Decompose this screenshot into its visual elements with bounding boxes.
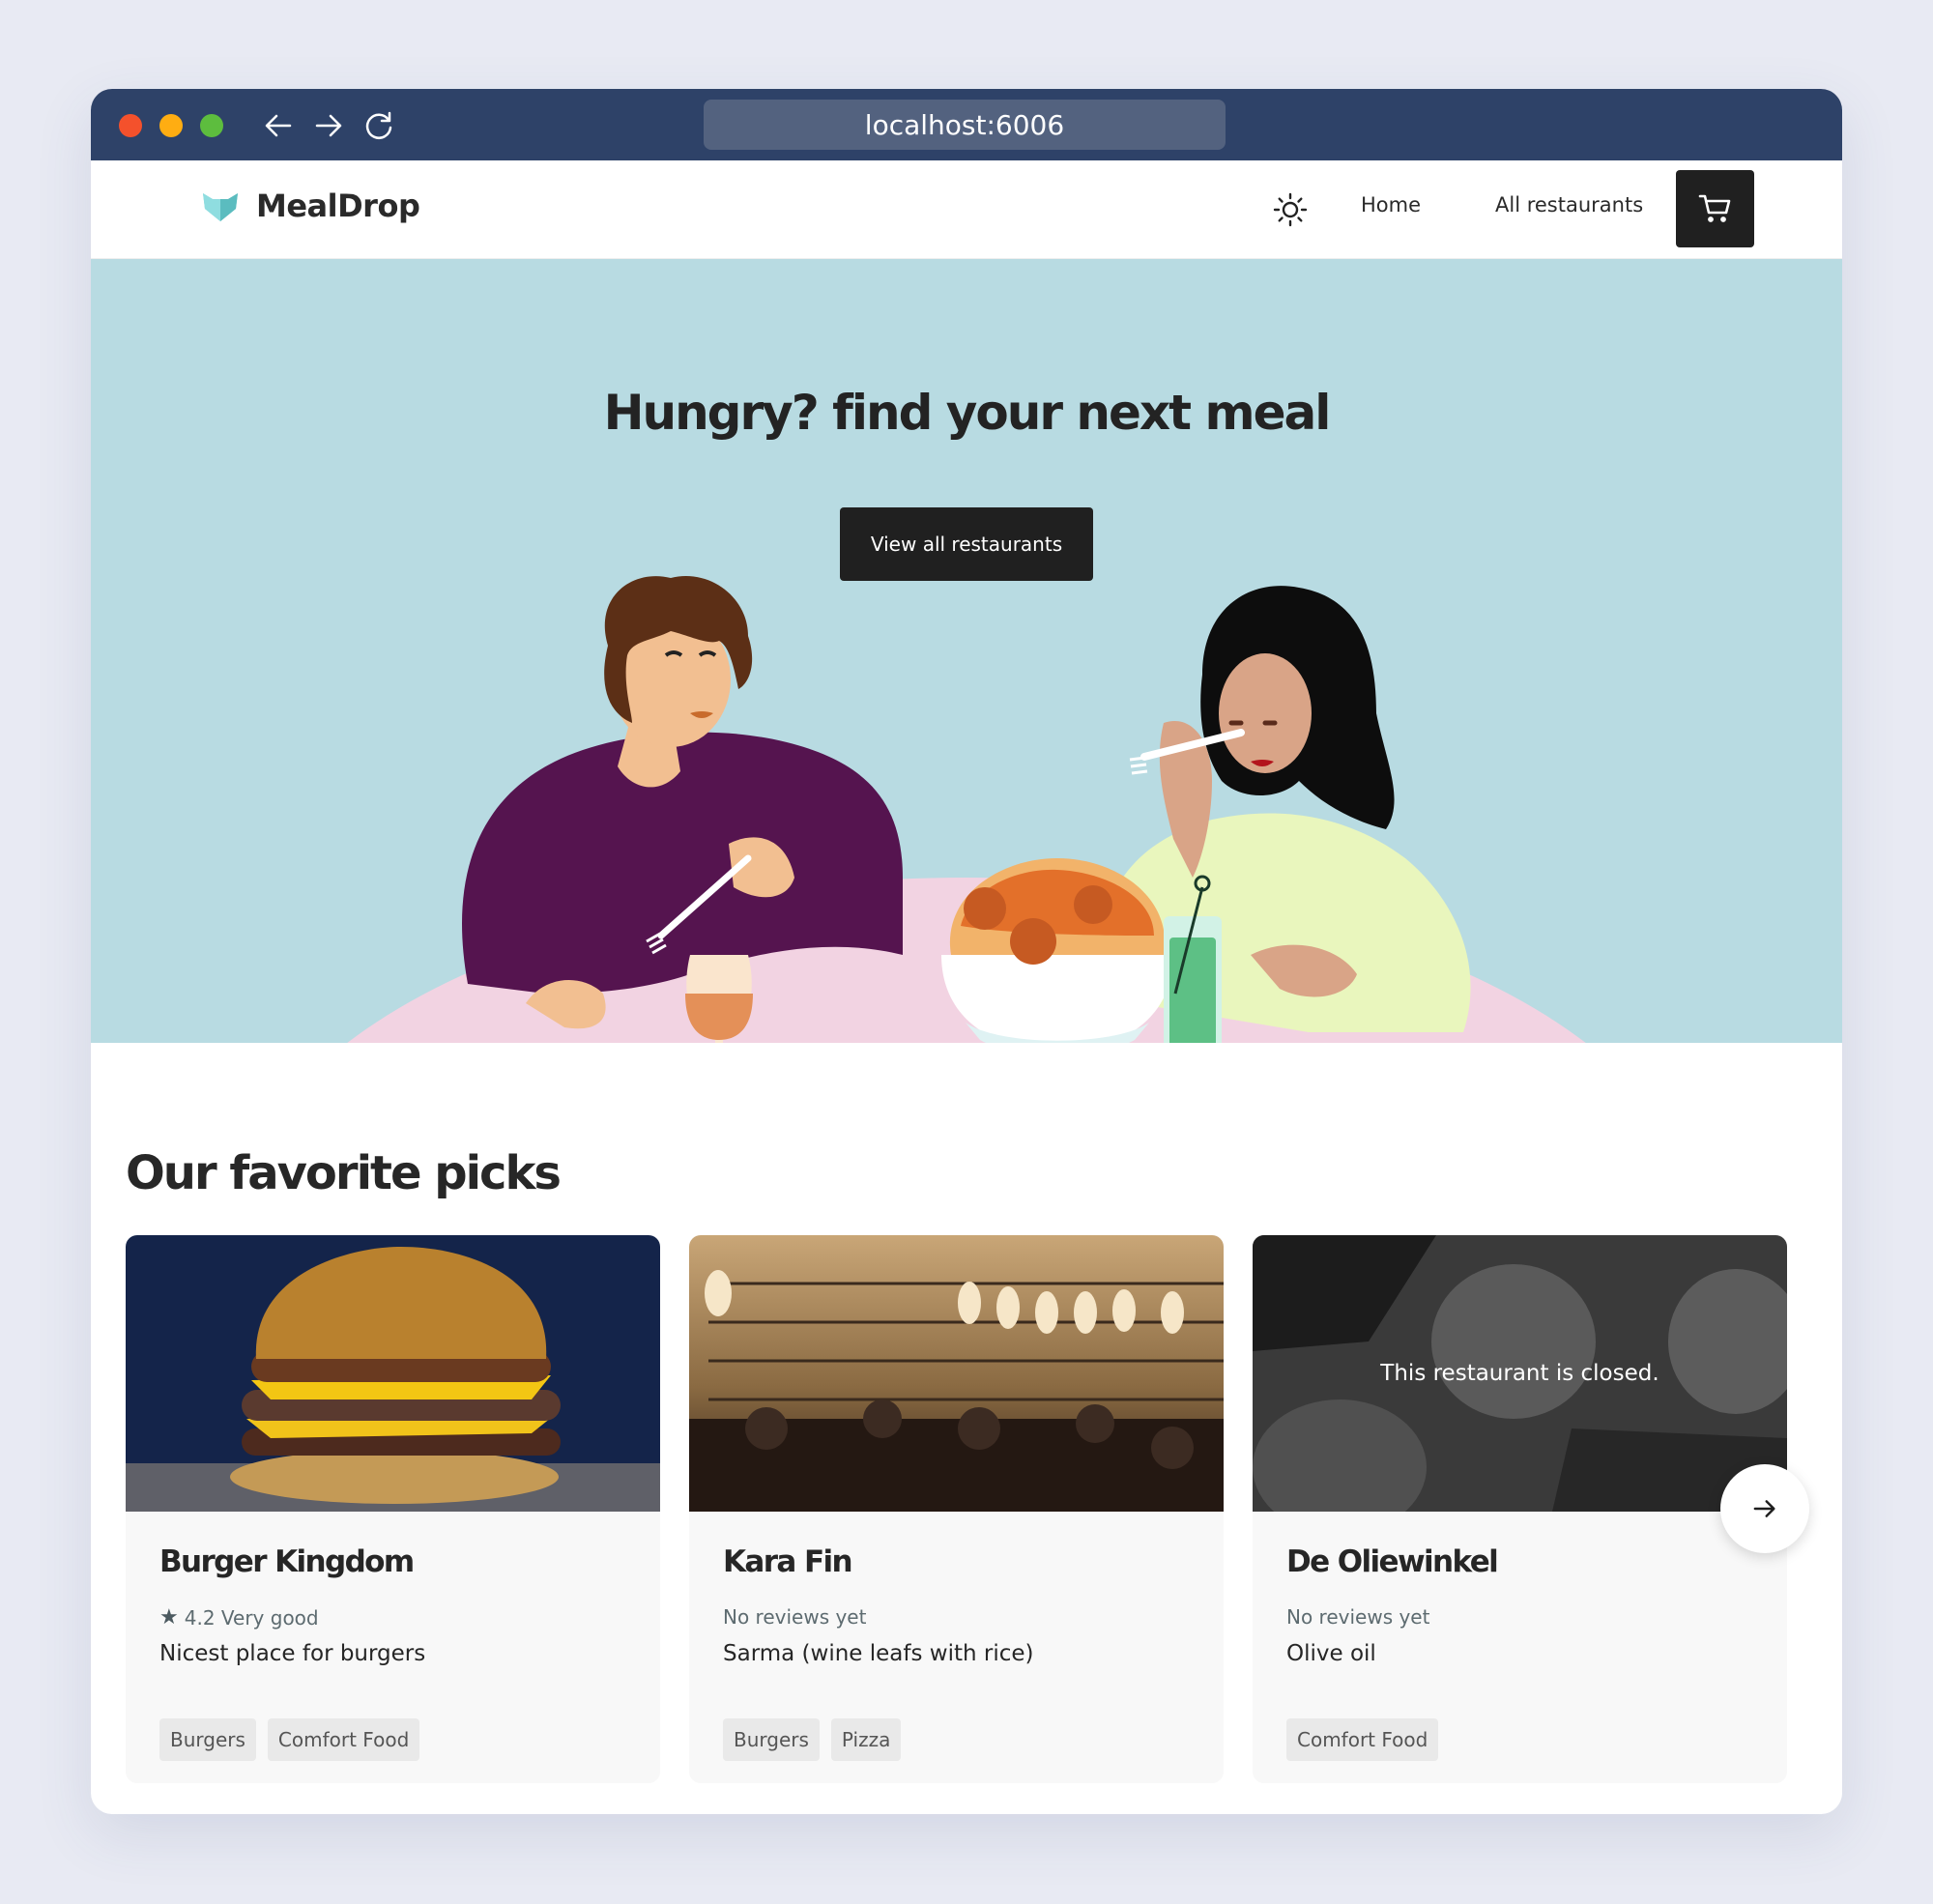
restaurant-tags: Burgers Pizza: [723, 1718, 902, 1761]
reload-icon: [365, 111, 392, 139]
address-bar[interactable]: localhost:6006: [704, 100, 1226, 150]
arrow-left-icon: [265, 114, 292, 137]
favorite-picks-title: Our favorite picks: [126, 1146, 562, 1200]
sun-icon: [1273, 192, 1308, 227]
browser-window: localhost:6006 MealDrop Home All restaur…: [91, 89, 1842, 1814]
restaurant-card[interactable]: Kara Fin No reviews yet Sarma (wine leaf…: [689, 1235, 1224, 1783]
brand-name[interactable]: MealDrop: [256, 188, 420, 224]
star-icon: ★: [159, 1605, 179, 1630]
carousel-next-button[interactable]: [1720, 1464, 1809, 1553]
restaurant-name: De Oliewinkel: [1286, 1544, 1499, 1579]
maximize-window-button[interactable]: [200, 114, 223, 137]
tag: Burgers: [159, 1718, 256, 1761]
restaurant-rating: ★ 4.2 Very good: [159, 1605, 319, 1630]
fox-logo-icon[interactable]: [201, 191, 240, 222]
restaurant-name: Kara Fin: [723, 1544, 853, 1579]
tag: Comfort Food: [267, 1718, 420, 1761]
shopping-cart-icon: [1698, 194, 1730, 222]
restaurant-tags: Comfort Food: [1286, 1718, 1439, 1761]
restaurant-bar-interior-photo: [689, 1235, 1224, 1512]
view-all-restaurants-button[interactable]: View all restaurants: [840, 507, 1093, 581]
tag: Pizza: [830, 1718, 902, 1761]
arrow-right-icon: [1753, 1500, 1775, 1517]
app-header: MealDrop Home All restaurants: [91, 160, 1842, 259]
closed-overlay: This restaurant is closed.: [1253, 1235, 1787, 1512]
arrow-right-icon: [315, 114, 342, 137]
nav-home-link[interactable]: Home: [1361, 193, 1421, 216]
cart-button[interactable]: [1676, 170, 1754, 247]
restaurant-tags: Burgers Comfort Food: [159, 1718, 420, 1761]
meatball: [1074, 885, 1112, 924]
restaurant-description: Olive oil: [1286, 1641, 1376, 1666]
restaurant-card[interactable]: This restaurant is closed. De Oliewinkel…: [1253, 1235, 1787, 1783]
back-button[interactable]: [259, 106, 298, 145]
browser-titlebar: localhost:6006: [91, 89, 1842, 160]
tag: Comfort Food: [1286, 1718, 1439, 1761]
url-text: localhost:6006: [864, 108, 1065, 141]
minimize-window-button[interactable]: [159, 114, 183, 137]
woman-face: [1219, 653, 1312, 773]
dining-illustration: [347, 576, 1586, 1043]
forward-button[interactable]: [309, 106, 348, 145]
tag: Burgers: [723, 1718, 820, 1761]
meatball: [1010, 918, 1056, 965]
burger-photo: [126, 1235, 660, 1512]
restaurant-rating: No reviews yet: [723, 1605, 866, 1629]
restaurant-rating: No reviews yet: [1286, 1605, 1429, 1629]
theme-toggle-button[interactable]: [1271, 190, 1310, 229]
closed-message: This restaurant is closed.: [1380, 1361, 1659, 1386]
rating-text: No reviews yet: [1286, 1605, 1430, 1629]
restaurant-name: Burger Kingdom: [159, 1544, 415, 1579]
nav-all-restaurants-link[interactable]: All restaurants: [1495, 193, 1643, 216]
rating-text: No reviews yet: [723, 1605, 867, 1629]
hero-section: Hungry? find your next meal View all res…: [91, 259, 1842, 1043]
burgers-and-fries-photo: This restaurant is closed.: [1253, 1235, 1787, 1512]
restaurant-description: Sarma (wine leafs with rice): [723, 1641, 1034, 1666]
reload-button[interactable]: [360, 106, 398, 145]
restaurant-description: Nicest place for burgers: [159, 1641, 426, 1666]
hero-title: Hungry? find your next meal: [603, 385, 1332, 441]
restaurant-card[interactable]: Burger Kingdom ★ 4.2 Very good Nicest pl…: [126, 1235, 660, 1783]
meatball: [964, 887, 1006, 930]
close-window-button[interactable]: [119, 114, 142, 137]
rating-text: 4.2 Very good: [184, 1605, 319, 1630]
